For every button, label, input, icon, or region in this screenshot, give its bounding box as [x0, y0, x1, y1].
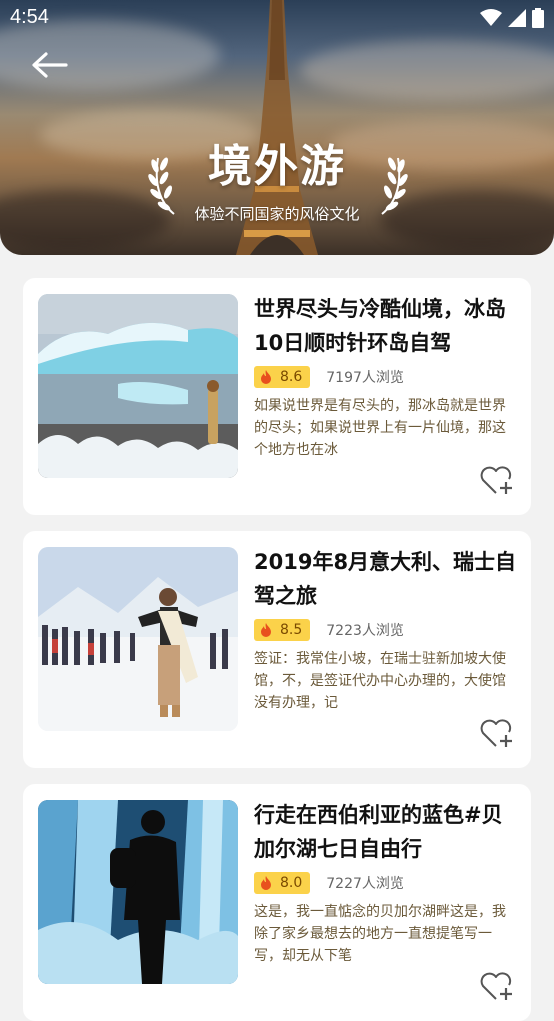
favorite-add-icon[interactable] [479, 971, 515, 1003]
article-title[interactable]: 世界尽头与冷酷仙境，冰岛10日顺时针环岛自驾 [254, 292, 519, 360]
fire-icon [261, 370, 271, 384]
article-title[interactable]: 2019年8月意大利、瑞士自驾之旅 [254, 545, 519, 613]
favorite-add-icon[interactable] [479, 718, 515, 750]
rating-badge: 8.6 [254, 366, 311, 388]
article-summary: 签证：我常住小坡，在瑞士驻新加坡大使馆，不，是签证代办中心办理的，大使馆没有办理… [254, 651, 506, 711]
view-count: 7227人浏览 [326, 876, 404, 892]
article-thumbnail-iceland [38, 294, 238, 478]
article-thumbnail-switzerland [38, 547, 238, 731]
rating-badge: 8.5 [254, 619, 311, 641]
article-meta: 8.5 7223人浏览 [254, 619, 404, 641]
article-thumbnail-baikal [38, 800, 238, 984]
favorite-add-icon[interactable] [479, 465, 515, 497]
view-count: 7223人浏览 [326, 623, 404, 639]
article-title[interactable]: 行走在西伯利亚的蓝色#贝加尔湖七日自由行 [254, 798, 519, 866]
fire-icon [261, 876, 271, 890]
page-subtitle: 体验不同国家的风俗文化 [194, 205, 360, 223]
battery-icon [532, 8, 544, 28]
view-count: 7197人浏览 [326, 370, 404, 386]
rating-score: 8.0 [280, 875, 303, 891]
signal-icon [508, 9, 526, 27]
article-card[interactable]: 2019年8月意大利、瑞士自驾之旅 8.5 7223人浏览 签证：我常住小坡，在… [23, 531, 531, 768]
back-arrow-icon[interactable] [30, 50, 70, 80]
rating-score: 8.5 [280, 622, 303, 638]
article-meta: 8.0 7227人浏览 [254, 872, 404, 894]
article-card[interactable]: 世界尽头与冷酷仙境，冰岛10日顺时针环岛自驾 8.6 7197人浏览 如果说世界… [23, 278, 531, 515]
fire-icon [261, 623, 271, 637]
wifi-icon [480, 9, 502, 26]
article-meta: 8.6 7197人浏览 [254, 366, 404, 388]
article-card[interactable]: 行走在西伯利亚的蓝色#贝加尔湖七日自由行 8.0 7227人浏览 这是，我一直惦… [23, 784, 531, 1021]
rating-badge: 8.0 [254, 872, 311, 894]
status-time: 4:54 [10, 6, 49, 28]
rating-score: 8.6 [280, 369, 303, 385]
status-bar: 4:54 [0, 0, 554, 36]
article-summary: 如果说世界是有尽头的，那冰岛就是世界的尽头；如果说世界上有一片仙境，那这个地方也… [254, 398, 506, 458]
article-summary: 这是，我一直惦念的贝加尔湖畔这是，我除了家乡最想去的地方一直想提笔写一写，却无从… [254, 904, 506, 964]
page-title: 境外游 [208, 141, 346, 192]
